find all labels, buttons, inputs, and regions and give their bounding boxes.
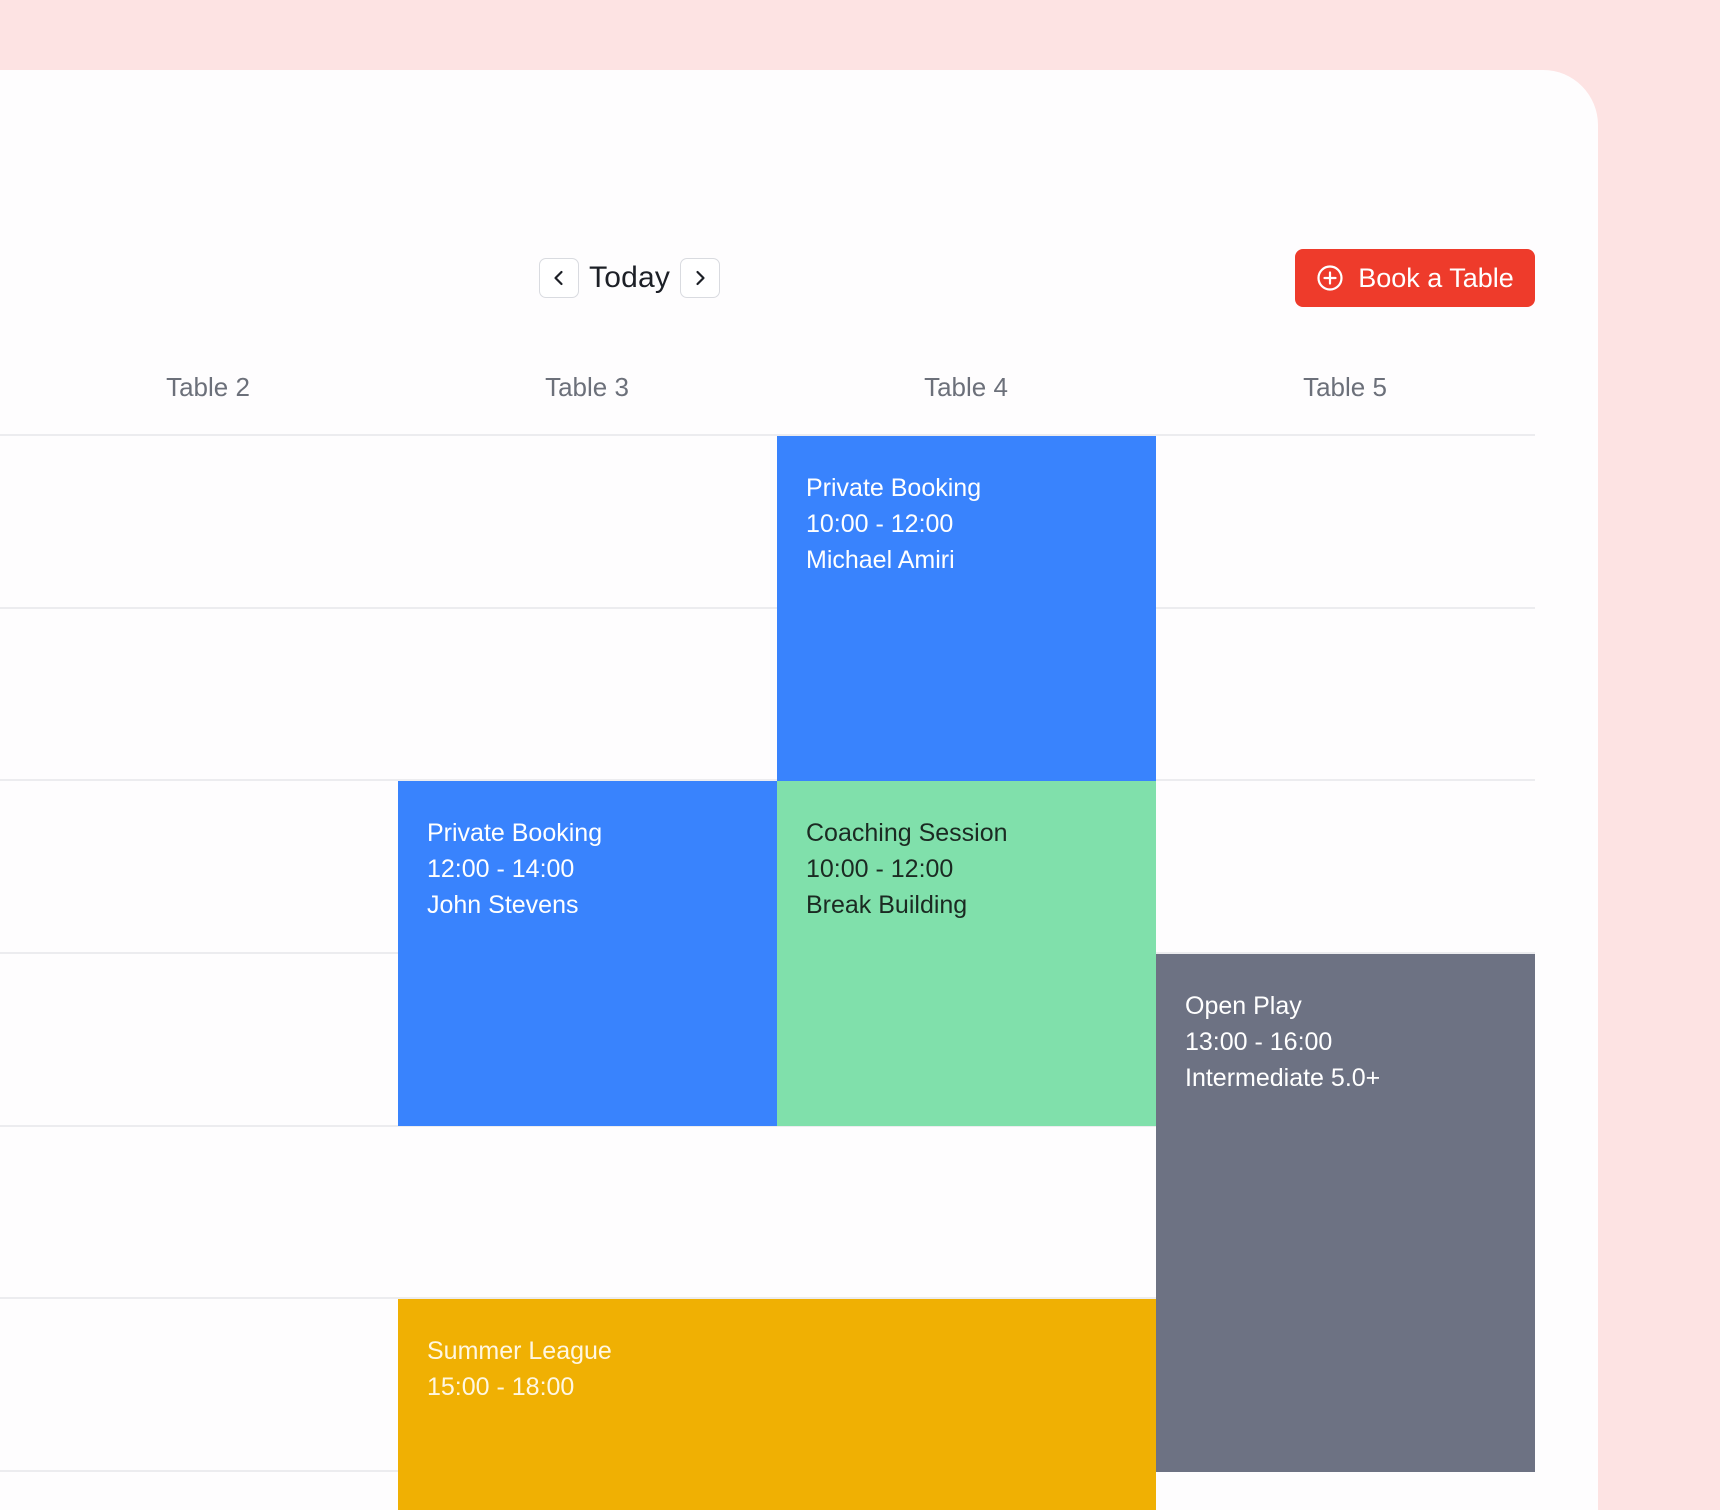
column-header-table-2: Table 2 [166,372,250,402]
event-detail: Intermediate 5.0+ [1185,1064,1381,1092]
event-time: 10:00 - 12:00 [806,855,954,883]
plus-circle-icon [1316,264,1344,292]
event-title: Summer League [427,1337,612,1365]
event-detail: Michael Amiri [806,546,955,574]
event-time: 10:00 - 12:00 [806,510,954,538]
date-navigation: Today [539,257,721,299]
event-title: Private Booking [427,819,603,847]
event-title: Private Booking [806,474,982,502]
event-private-booking-john-stevens[interactable]: Private Booking 12:00 - 14:00 John Steve… [398,781,777,1126]
chevron-right-icon [696,270,705,286]
event-summer-league[interactable]: Summer League 15:00 - 18:00 [398,1299,1156,1510]
header-divider [0,434,1535,436]
event-detail: John Stevens [427,891,579,919]
event-time: 12:00 - 14:00 [427,855,575,883]
column-header-table-4: Table 4 [924,372,1008,402]
event-open-play[interactable]: Open Play 13:00 - 16:00 Intermediate 5.0… [1156,954,1535,1472]
event-title: Open Play [1185,992,1302,1020]
column-header-table-3: Table 3 [545,372,629,402]
book-table-button[interactable]: Book a Table [1295,249,1535,307]
calendar-card: Today Book a Table Table 2 Table 3 Table… [0,70,1598,1510]
column-header-table-5: Table 5 [1303,372,1387,402]
grid-line [0,607,1535,609]
event-private-booking-michael-amiri[interactable]: Private Booking 10:00 - 12:00 Michael Am… [777,436,1156,781]
event-time: 13:00 - 16:00 [1185,1028,1333,1056]
chevron-left-icon [554,270,563,286]
event-coaching-session[interactable]: Coaching Session 10:00 - 12:00 Break Bui… [777,781,1156,1126]
today-label[interactable]: Today [589,261,670,295]
event-detail: Break Building [806,891,968,919]
previous-day-button[interactable] [539,258,579,298]
next-day-button[interactable] [680,258,721,298]
book-table-label: Book a Table [1358,262,1514,293]
event-time: 15:00 - 18:00 [427,1373,575,1401]
event-title: Coaching Session [806,819,1008,847]
